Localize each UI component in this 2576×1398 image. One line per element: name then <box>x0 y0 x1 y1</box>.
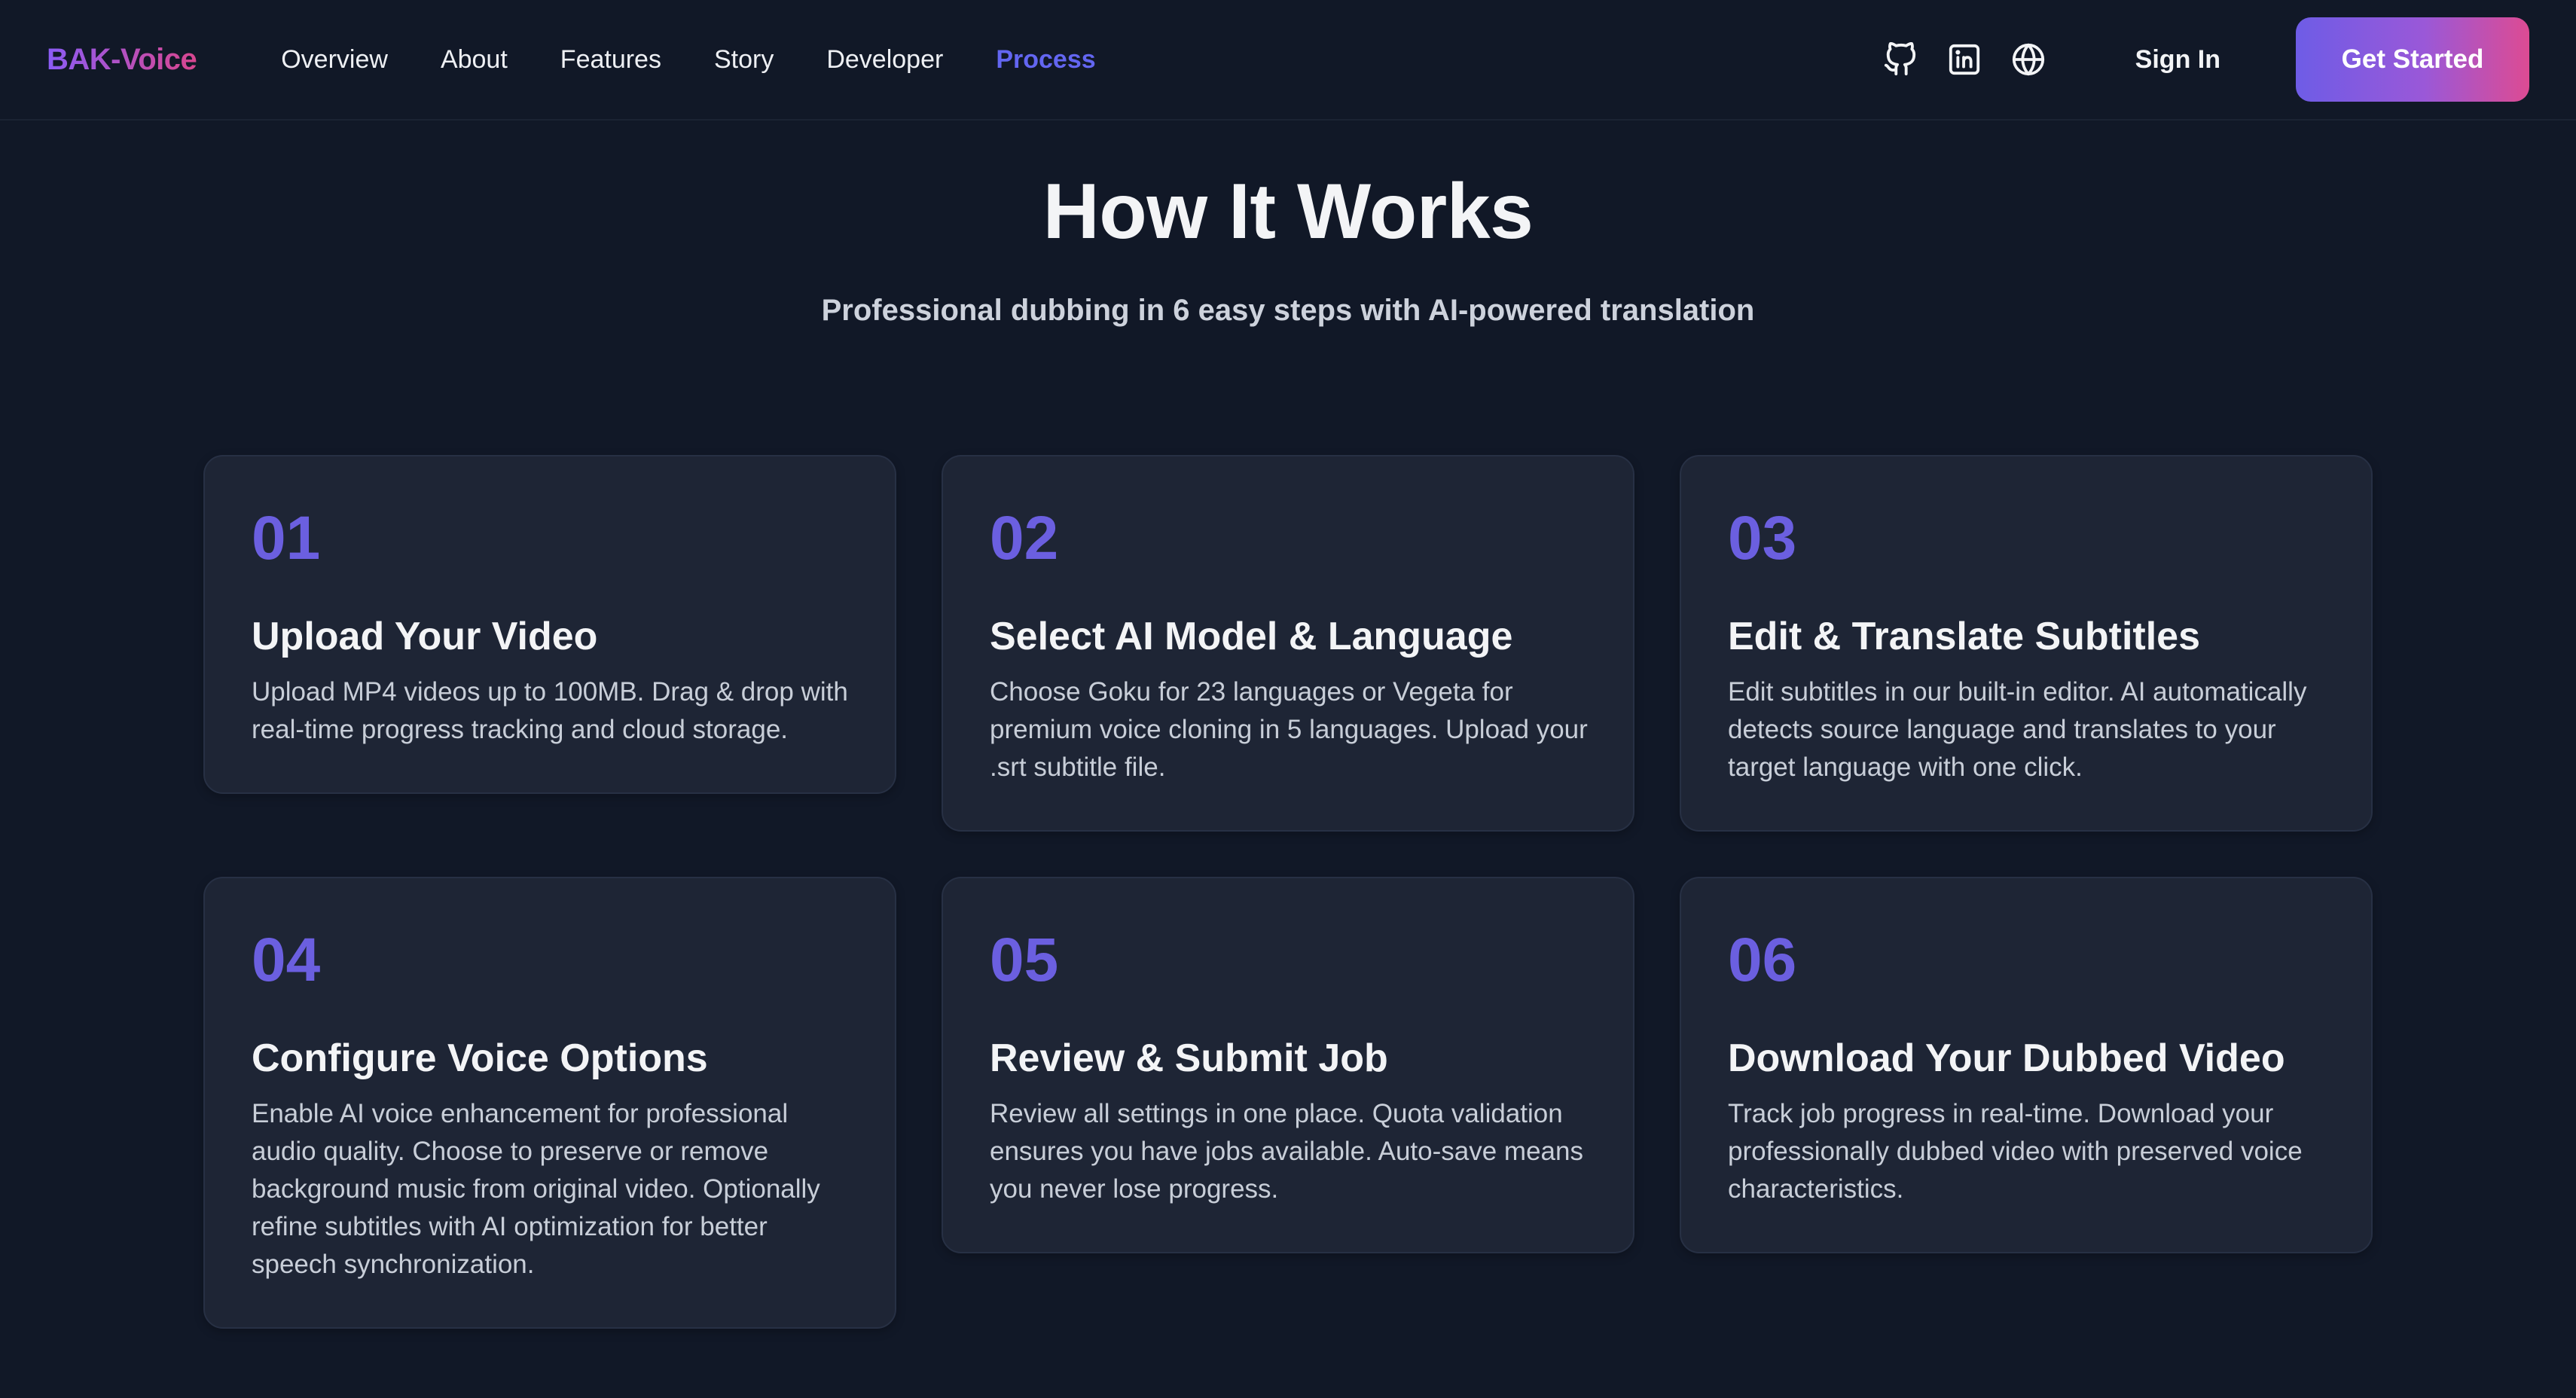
brand-logo[interactable]: BAK-Voice <box>47 43 197 77</box>
step-title: Edit & Translate Subtitles <box>1728 615 2201 658</box>
nav-link-process[interactable]: Process <box>996 45 1095 75</box>
step-title: Upload Your Video <box>252 615 598 658</box>
get-started-button[interactable]: Get Started <box>2296 17 2529 102</box>
step-number: 03 <box>1728 504 1797 572</box>
step-card: 06 Download Your Dubbed Video Track job … <box>1680 876 2373 1253</box>
step-title: Download Your Dubbed Video <box>1728 1036 2285 1080</box>
step-description: Enable AI voice enhancement for professi… <box>252 1098 820 1279</box>
step-number: 04 <box>252 925 321 994</box>
step-number: 02 <box>990 504 1059 572</box>
sign-in-button[interactable]: Sign In <box>2135 45 2220 75</box>
step-card: 01 Upload Your Video Upload MP4 videos u… <box>203 455 896 794</box>
nav-links: Overview About Features Story Developer … <box>281 45 1095 75</box>
step-description: Choose Goku for 23 languages or Vegeta f… <box>990 676 1588 782</box>
github-icon[interactable] <box>1881 40 1920 79</box>
nav-actions: Sign In Get Started <box>1881 17 2529 102</box>
nav-link-features[interactable]: Features <box>560 45 661 75</box>
page-title: How It Works <box>1042 168 1534 255</box>
nav-link-overview[interactable]: Overview <box>281 45 388 75</box>
step-card: 04 Configure Voice Options Enable AI voi… <box>203 876 896 1329</box>
step-description: Track job progress in real-time. Downloa… <box>1728 1098 2303 1204</box>
nav-link-developer[interactable]: Developer <box>826 45 943 75</box>
step-description: Upload MP4 videos up to 100MB. Drag & dr… <box>252 676 848 744</box>
step-card: 03 Edit & Translate Subtitles Edit subti… <box>1680 455 2373 832</box>
page-subtitle: Professional dubbing in 6 easy steps wit… <box>821 294 1755 327</box>
step-description: Edit subtitles in our built-in editor. A… <box>1728 676 2307 782</box>
step-number: 01 <box>252 504 321 572</box>
steps-grid: 01 Upload Your Video Upload MP4 videos u… <box>203 455 2373 1329</box>
step-card: 05 Review & Submit Job Review all settin… <box>942 876 1634 1253</box>
step-description: Review all settings in one place. Quota … <box>990 1098 1583 1204</box>
nav-link-story[interactable]: Story <box>714 45 774 75</box>
step-title: Configure Voice Options <box>252 1036 708 1080</box>
step-number: 05 <box>990 925 1059 994</box>
globe-icon[interactable] <box>2009 40 2048 79</box>
linkedin-icon[interactable] <box>1945 40 1984 79</box>
step-card: 02 Select AI Model & Language Choose Gok… <box>942 455 1634 832</box>
nav-link-about[interactable]: About <box>441 45 508 75</box>
step-title: Review & Submit Job <box>990 1036 1388 1080</box>
step-number: 06 <box>1728 925 1797 994</box>
top-navbar: BAK-Voice Overview About Features Story … <box>0 0 2576 121</box>
step-title: Select AI Model & Language <box>990 615 1513 658</box>
